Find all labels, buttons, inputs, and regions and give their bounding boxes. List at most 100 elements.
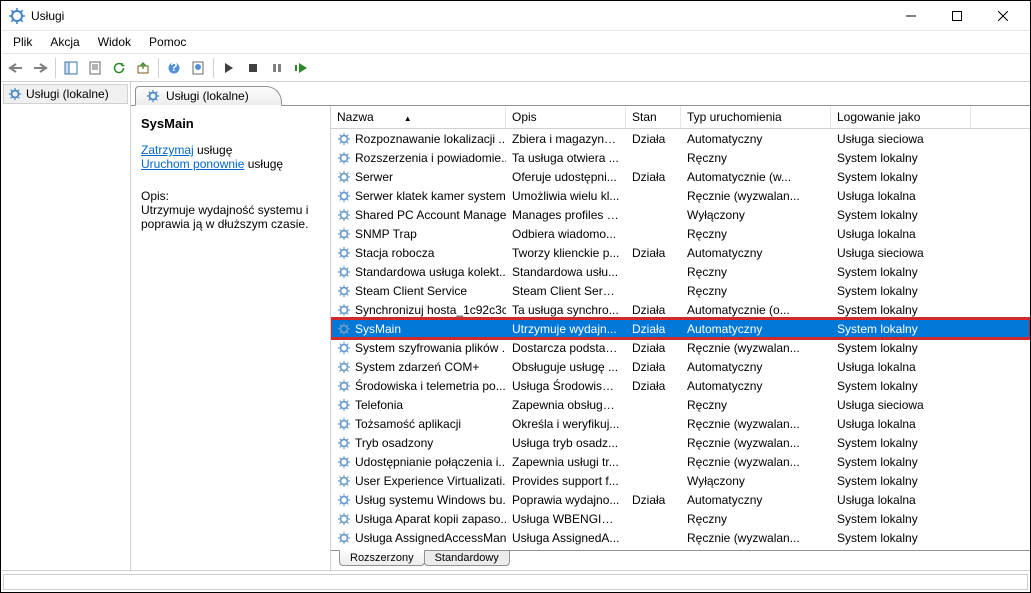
service-row[interactable]: SerwerOferuje udostępni...DziałaAutomaty…	[331, 167, 1030, 186]
tab-standard[interactable]: Standardowy	[424, 550, 510, 566]
pause-service-button[interactable]	[266, 57, 288, 79]
service-name: System szyfrowania plików ...	[355, 341, 506, 355]
menu-file[interactable]: Plik	[5, 33, 40, 51]
gear-icon	[337, 474, 351, 488]
service-startup: Automatycznie (o...	[681, 303, 831, 317]
menu-help[interactable]: Pomoc	[141, 33, 194, 51]
service-row[interactable]: Standardowa usługa kolekt...Standardowa …	[331, 262, 1030, 281]
service-logon: System lokalny	[831, 379, 971, 393]
service-row[interactable]: Tożsamość aplikacjiOkreśla i weryfikuj..…	[331, 414, 1030, 433]
show-hide-tree-button[interactable]	[60, 57, 82, 79]
gear-icon	[337, 322, 351, 336]
service-startup: Ręcznie (wyzwalan...	[681, 436, 831, 450]
tab-extended[interactable]: Rozszerzony	[339, 550, 425, 566]
tab-services-local[interactable]: Usługi (lokalne)	[135, 86, 282, 106]
service-row[interactable]: System szyfrowania plików ...Dostarcza p…	[331, 338, 1030, 357]
help-button[interactable]: ?	[163, 57, 185, 79]
service-name: Rozpoznawanie lokalizacji ...	[355, 132, 506, 146]
service-row[interactable]: Tryb osadzonyUsługa tryb osadz...Ręcznie…	[331, 433, 1030, 452]
list-header: Nazwa▲ Opis Stan Typ uruchomienia Logowa…	[331, 106, 1030, 129]
service-startup: Ręcznie (wyzwalan...	[681, 531, 831, 545]
service-logon: Usługa sieciowa	[831, 132, 971, 146]
service-name: System zdarzeń COM+	[355, 360, 479, 374]
services-icon	[9, 8, 25, 24]
service-desc: Zapewnia obsługę ...	[506, 398, 626, 412]
help-action-button[interactable]	[187, 57, 209, 79]
stop-service-link[interactable]: Zatrzymaj	[141, 143, 194, 157]
gear-icon	[337, 284, 351, 298]
service-startup: Automatyczny	[681, 493, 831, 507]
service-logon: Usługa sieciowa	[831, 398, 971, 412]
service-row[interactable]: SNMP TrapOdbiera wiadomo...RęcznyUsługa …	[331, 224, 1030, 243]
service-logon: System lokalny	[831, 455, 971, 469]
maximize-button[interactable]	[934, 1, 980, 31]
service-logon: Usługa lokalna	[831, 189, 971, 203]
column-name[interactable]: Nazwa▲	[331, 106, 506, 128]
service-row[interactable]: Steam Client Service Steam Client Servi..…	[331, 281, 1030, 300]
service-startup: Ręcznie (wyzwalan...	[681, 189, 831, 203]
stop-service-button[interactable]	[242, 57, 264, 79]
service-row[interactable]: Shared PC Account ManagerManages profile…	[331, 205, 1030, 224]
gear-icon	[337, 132, 351, 146]
service-row[interactable]: Udostępnianie połączenia i...Zapewnia us…	[331, 452, 1030, 471]
service-row[interactable]: TelefoniaZapewnia obsługę ...RęcznyUsług…	[331, 395, 1030, 414]
service-row[interactable]: Serwer klatek kamer system...Umożliwia w…	[331, 186, 1030, 205]
service-row[interactable]: SysMainUtrzymuje wydajn...DziałaAutomaty…	[331, 319, 1030, 338]
service-desc: Usługa WBENGINE...	[506, 512, 626, 526]
restart-service-link[interactable]: Uruchom ponownie	[141, 157, 244, 171]
menu-view[interactable]: Widok	[90, 33, 139, 51]
column-status[interactable]: Stan	[626, 106, 681, 128]
service-name: Steam Client Service	[355, 284, 467, 298]
service-row[interactable]: Synchronizuj hosta_1c92c3c3Ta usługa syn…	[331, 300, 1030, 319]
column-startup[interactable]: Typ uruchomienia	[681, 106, 831, 128]
service-row[interactable]: User Experience Virtualizati...Provides …	[331, 471, 1030, 490]
gear-icon	[337, 208, 351, 222]
service-name: SNMP Trap	[355, 227, 417, 241]
restart-service-button[interactable]	[290, 57, 312, 79]
properties-button[interactable]	[84, 57, 106, 79]
service-row[interactable]: System zdarzeń COM+Obsługuje usługę ...D…	[331, 357, 1030, 376]
service-startup: Automatyczny	[681, 379, 831, 393]
stop-suffix: usługę	[194, 143, 233, 157]
back-button[interactable]	[5, 57, 27, 79]
forward-button[interactable]	[29, 57, 51, 79]
toolbar-separator	[213, 58, 214, 78]
restart-suffix: usługę	[244, 157, 283, 171]
sort-asc-icon: ▲	[404, 114, 412, 123]
status-bar	[1, 570, 1030, 592]
service-logon: System lokalny	[831, 531, 971, 545]
menu-action[interactable]: Akcja	[42, 33, 87, 51]
tree-item-services-local[interactable]: Usługi (lokalne)	[3, 84, 128, 104]
window-title: Usługi	[31, 9, 888, 23]
service-row[interactable]: Rozpoznawanie lokalizacji ...Zbiera i ma…	[331, 129, 1030, 148]
service-startup: Automatyczny	[681, 360, 831, 374]
titlebar: Usługi	[1, 1, 1030, 31]
minimize-button[interactable]	[888, 1, 934, 31]
start-service-button[interactable]	[218, 57, 240, 79]
column-logon[interactable]: Logowanie jako	[831, 106, 971, 128]
service-row[interactable]: Rozszerzenia i powiadomie...Ta usługa ot…	[331, 148, 1030, 167]
column-description[interactable]: Opis	[506, 106, 626, 128]
selected-service-name: SysMain	[141, 116, 320, 131]
service-name: Tryb osadzony	[355, 436, 433, 450]
service-row[interactable]: Usług systemu Windows bu...Poprawia wyda…	[331, 490, 1030, 509]
service-name: Rozszerzenia i powiadomie...	[355, 151, 506, 165]
service-name: Usługa AssignedAccessMan...	[355, 531, 506, 545]
service-status: Działa	[626, 493, 681, 507]
service-desc: Steam Client Servi...	[506, 284, 626, 298]
close-button[interactable]	[980, 1, 1026, 31]
refresh-button[interactable]	[108, 57, 130, 79]
service-desc: Zbiera i magazynu...	[506, 132, 626, 146]
menubar: Plik Akcja Widok Pomoc	[1, 31, 1030, 54]
export-button[interactable]	[132, 57, 154, 79]
services-list[interactable]: Rozpoznawanie lokalizacji ...Zbiera i ma…	[331, 129, 1030, 550]
gear-icon	[337, 303, 351, 317]
gear-icon	[337, 341, 351, 355]
service-row[interactable]: Stacja roboczaTworzy klienckie p...Dział…	[331, 243, 1030, 262]
service-startup: Ręczny	[681, 151, 831, 165]
service-row[interactable]: Środowiska i telemetria po...Usługa Środ…	[331, 376, 1030, 395]
service-row[interactable]: Usługa Aparat kopii zapaso...Usługa WBEN…	[331, 509, 1030, 528]
service-desc: Usługa AssignedA...	[506, 531, 626, 545]
service-row[interactable]: Usługa AssignedAccessMan...Usługa Assign…	[331, 528, 1030, 547]
tab-label: Usługi (lokalne)	[166, 89, 249, 103]
